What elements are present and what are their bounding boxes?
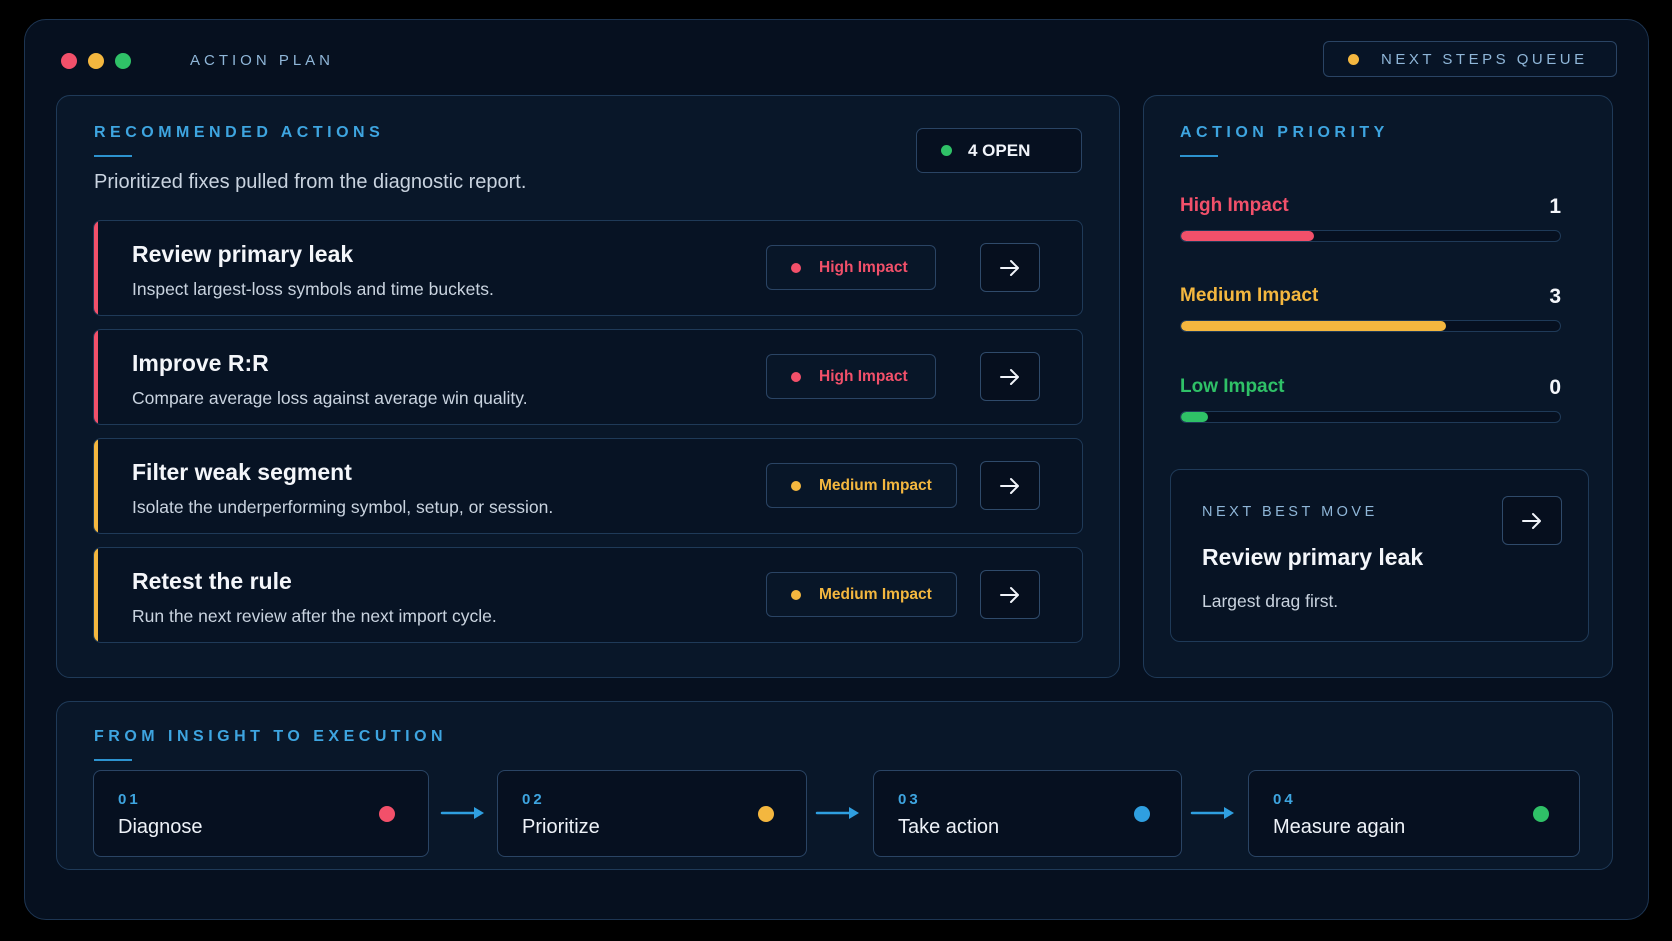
step-status-dot-icon [1533,806,1549,822]
open-count-label: 4 OPEN [968,140,1031,160]
execution-step[interactable]: 01 Diagnose [93,770,429,857]
flow-arrow-icon [815,805,861,826]
action-priority-panel: ACTION PRIORITY High Impact 1 Medium Impac… [1143,95,1613,678]
action-description: Compare average loss against average win… [132,388,528,408]
flow-arrow-icon [1190,805,1236,826]
impact-label: Medium Impact [819,476,932,494]
impact-label: High Impact [819,258,908,276]
impact-accent-bar [94,439,98,533]
step-number: 01 [118,791,141,808]
priority-row: Low Impact 0 [1180,376,1561,426]
next-steps-queue-label: NEXT STEPS QUEUE [1381,50,1588,68]
step-number: 02 [522,791,545,808]
next-best-move-description: Largest drag first. [1202,591,1339,611]
priority-progress-fill [1181,321,1447,331]
minimize-window-dot[interactable] [88,53,104,69]
status-dot-icon [1348,53,1359,65]
impact-tag[interactable]: Medium Impact [766,463,957,508]
next-steps-queue-button[interactable]: NEXT STEPS QUEUE [1323,41,1617,77]
impact-accent-bar [94,221,98,315]
open-action-button[interactable] [980,352,1040,401]
step-status-dot-icon [1134,806,1150,822]
step-number: 03 [898,791,921,808]
action-card[interactable]: Review primary leak Inspect largest-loss … [93,220,1083,316]
impact-accent-bar [94,548,98,642]
execution-flow-panel: FROM INSIGHT TO EXECUTION 01 Diagnose 02 Pr… [56,701,1613,870]
action-title: Improve R:R [132,350,269,376]
action-card[interactable]: Filter weak segment Isolate the underperf… [93,438,1083,534]
impact-tag[interactable]: Medium Impact [766,572,957,617]
priority-label: High Impact [1180,195,1289,216]
action-description: Inspect largest-loss symbols and time bu… [132,279,494,299]
arrow-right-icon [1000,368,1019,385]
impact-dot-icon [791,480,801,491]
priority-label: Medium Impact [1180,285,1319,306]
arrow-right-icon [1522,512,1541,529]
action-priority-title: ACTION PRIORITY [1180,124,1389,141]
close-window-dot[interactable] [61,53,77,69]
recommended-actions-subtitle: Prioritized fixes pulled from the diagno… [94,171,527,193]
recommended-actions-title: RECOMMENDED ACTIONS [94,124,385,141]
action-description: Isolate the underperforming symbol, setu… [132,497,554,517]
step-label: Diagnose [118,816,203,838]
execution-step[interactable]: 02 Prioritize [497,770,807,857]
action-title: Retest the rule [132,568,292,594]
priority-row: Medium Impact 3 [1180,285,1561,335]
action-description: Run the next review after the next impor… [132,606,497,626]
priority-progress-fill [1181,412,1208,422]
priority-progress-track [1180,320,1561,332]
open-action-button[interactable] [980,570,1040,619]
status-dot-icon [941,145,952,156]
step-label: Take action [898,816,1000,838]
action-title: Review primary leak [132,241,354,267]
step-number: 04 [1273,791,1296,808]
step-label: Prioritize [522,816,600,838]
open-action-button[interactable] [980,461,1040,510]
action-card[interactable]: Retest the rule Run the next review after… [93,547,1083,643]
priority-label: Low Impact [1180,376,1285,397]
impact-label: High Impact [819,367,908,385]
next-best-move-card[interactable]: NEXT BEST MOVE Review primary leak Large… [1170,469,1589,642]
next-best-move-title: Review primary leak [1202,544,1424,570]
next-best-move-kicker: NEXT BEST MOVE [1202,504,1378,520]
action-title: Filter weak segment [132,459,352,485]
step-label: Measure again [1273,816,1406,838]
execution-step[interactable]: 03 Take action [873,770,1182,857]
section-underline [1180,155,1218,157]
priority-count: 0 [1549,376,1561,399]
arrow-right-icon [1000,586,1019,603]
impact-label: Medium Impact [819,585,932,603]
arrow-right-icon [1000,477,1019,494]
impact-tag[interactable]: High Impact [766,354,936,399]
priority-count: 1 [1549,195,1561,218]
section-underline [94,759,132,761]
priority-count: 3 [1549,285,1561,308]
priority-progress-track [1180,411,1561,423]
section-underline [94,155,132,157]
recommended-actions-panel: RECOMMENDED ACTIONS 4 OPEN Prioritized f… [56,95,1120,678]
step-status-dot-icon [758,806,774,822]
impact-dot-icon [791,589,801,600]
step-status-dot-icon [379,806,395,822]
impact-dot-icon [791,262,801,273]
next-best-move-open-button[interactable] [1502,496,1562,545]
action-card[interactable]: Improve R:R Compare average loss against … [93,329,1083,425]
impact-dot-icon [791,371,801,382]
priority-progress-track [1180,230,1561,242]
priority-progress-fill [1181,231,1314,241]
execution-flow-title: FROM INSIGHT TO EXECUTION [94,728,448,745]
execution-step[interactable]: 04 Measure again [1248,770,1580,857]
arrow-right-icon [1000,259,1019,276]
flow-arrow-icon [440,805,486,826]
app-title: ACTION PLAN [190,52,335,69]
priority-row: High Impact 1 [1180,195,1561,245]
impact-accent-bar [94,330,98,424]
maximize-window-dot[interactable] [115,53,131,69]
open-count-badge: 4 OPEN [916,128,1082,173]
open-action-button[interactable] [980,243,1040,292]
app-window: ACTION PLAN NEXT STEPS QUEUE RECOMMENDED… [24,19,1649,920]
impact-tag[interactable]: High Impact [766,245,936,290]
